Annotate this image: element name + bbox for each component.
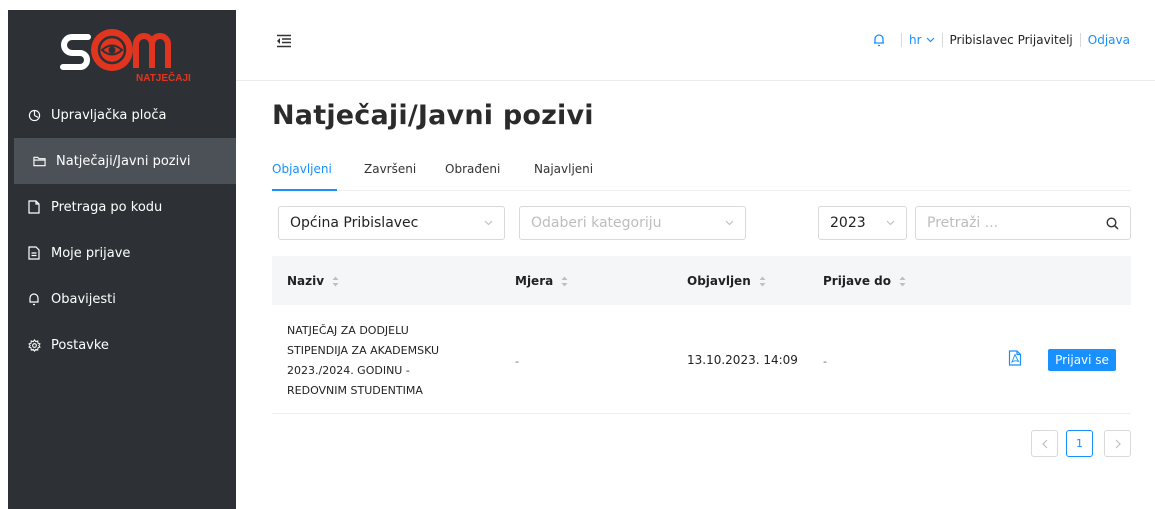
column-header-objavljen[interactable]: Objavljen [687,274,766,288]
folder-icon [32,154,46,168]
sort-icon [759,276,766,286]
file-icon [27,200,41,214]
sidebar-item-label: Obavijesti [51,291,116,307]
column-label: Objavljen [687,274,751,288]
search-icon[interactable] [1106,217,1119,230]
naziv-line: NATJEČAJ ZA DODJELU [287,324,409,337]
cell-objavljen: 13.10.2023. 14:09 [687,353,798,367]
category-select[interactable]: Odaberi kategoriju [519,206,746,240]
search-input[interactable] [916,207,1096,239]
naziv-line: 2023./2024. GODINU - [287,364,410,377]
sidebar-item-label: Pretraga po kodu [51,199,163,215]
sidebar-item-natjecaji[interactable]: Natječaji/Javni pozivi [8,138,236,184]
sidebar-item-obavijesti[interactable]: Obavijesti [8,276,236,322]
gear-icon [27,338,41,352]
column-header-prijave-do[interactable]: Prijave do [823,274,906,288]
column-header-mjera[interactable]: Mjera [515,274,568,288]
divider [941,33,943,47]
table-row: NATJEČAJ ZA DODJELU STIPENDIJA ZA AKADEM… [272,305,1131,414]
cell-naziv: NATJEČAJ ZA DODJELU STIPENDIJA ZA AKADEM… [287,321,487,401]
naziv-line: STIPENDIJA ZA AKADEMSKU [287,344,440,357]
active-tab-indicator [272,189,337,191]
sidebar-nav: Upravljačka ploča Natječaji/Javni pozivi… [8,92,236,368]
pagination-page[interactable]: 1 [1066,430,1093,457]
column-label: Naziv [287,274,325,288]
year-value: 2023 [830,215,866,231]
menu-collapse-icon[interactable] [276,34,292,48]
column-label: Prijave do [823,274,892,288]
year-select[interactable]: 2023 [818,206,907,240]
cell-prijave-do: - [823,355,827,368]
sidebar-item-dashboard[interactable]: Upravljačka ploča [8,92,236,138]
divider [900,33,902,47]
page-title: Natječaji/Javni pozivi [272,100,594,131]
tab-najavljeni[interactable]: Najavljeni [534,162,593,176]
chevron-left-icon [1041,439,1047,448]
tab-objavljeni[interactable]: Objavljeni [272,162,332,176]
sidebar-item-pretraga[interactable]: Pretraga po kodu [8,184,236,230]
chevron-down-icon [484,220,493,226]
chevron-right-icon [1115,439,1121,448]
logo-text: NATJEČAJI [136,71,191,84]
sidebar-item-label: Moje prijave [51,245,131,261]
column-label: Mjera [515,274,554,288]
tab-zavrseni[interactable]: Završeni [364,162,416,176]
notification-bell-icon[interactable] [872,33,886,47]
language-select[interactable]: hr [909,33,935,47]
sort-icon [899,276,906,286]
bell-icon [27,292,41,306]
divider [1079,33,1081,47]
chevron-down-icon [725,220,734,226]
sidebar-item-label: Postavke [51,337,109,353]
sidebar-item-moje-prijave[interactable]: Moje prijave [8,230,236,276]
apply-button[interactable]: Prijavi se [1048,349,1116,371]
language-value: hr [908,33,922,47]
pagination-prev[interactable] [1031,430,1058,457]
naziv-line: REDOVNIM STUDENTIMA [287,384,423,397]
logout-link[interactable]: Odjava [1088,33,1130,47]
dashboard-icon [27,108,41,122]
sidebar: NATJEČAJI Upravljačka ploča Natječaji/Ja… [8,10,236,509]
tab-obradeni[interactable]: Obrađeni [445,162,500,176]
chevron-down-icon [926,37,934,43]
header-user-area: hr Pribislavec Prijavitelj Odjava [872,30,1130,50]
sidebar-item-label: Upravljačka ploča [51,107,167,123]
pdf-icon[interactable] [1008,350,1022,366]
logo[interactable]: NATJEČAJI [52,22,202,84]
category-placeholder: Odaberi kategoriju [531,215,662,231]
table-header: Naziv Mjera Objavljen Prijave do [272,256,1131,305]
municipality-select[interactable]: Općina Pribislavec [278,206,505,240]
pagination-next[interactable] [1104,430,1131,457]
cell-mjera: - [515,355,519,368]
sort-icon [561,276,568,286]
column-header-naziv[interactable]: Naziv [287,274,339,288]
sidebar-item-label: Natječaji/Javni pozivi [56,153,191,169]
sidebar-item-postavke[interactable]: Postavke [8,322,236,368]
search-box [915,206,1131,240]
municipality-value: Općina Pribislavec [290,215,419,231]
user-name: Pribislavec Prijavitelj [949,33,1073,47]
sort-icon [332,276,339,286]
chevron-down-icon [886,220,895,226]
tab-bar: Objavljeni Završeni Obrađeni Najavljeni [272,154,1131,191]
top-bar: hr Pribislavec Prijavitelj Odjava [236,0,1155,81]
file-text-icon [27,246,41,260]
